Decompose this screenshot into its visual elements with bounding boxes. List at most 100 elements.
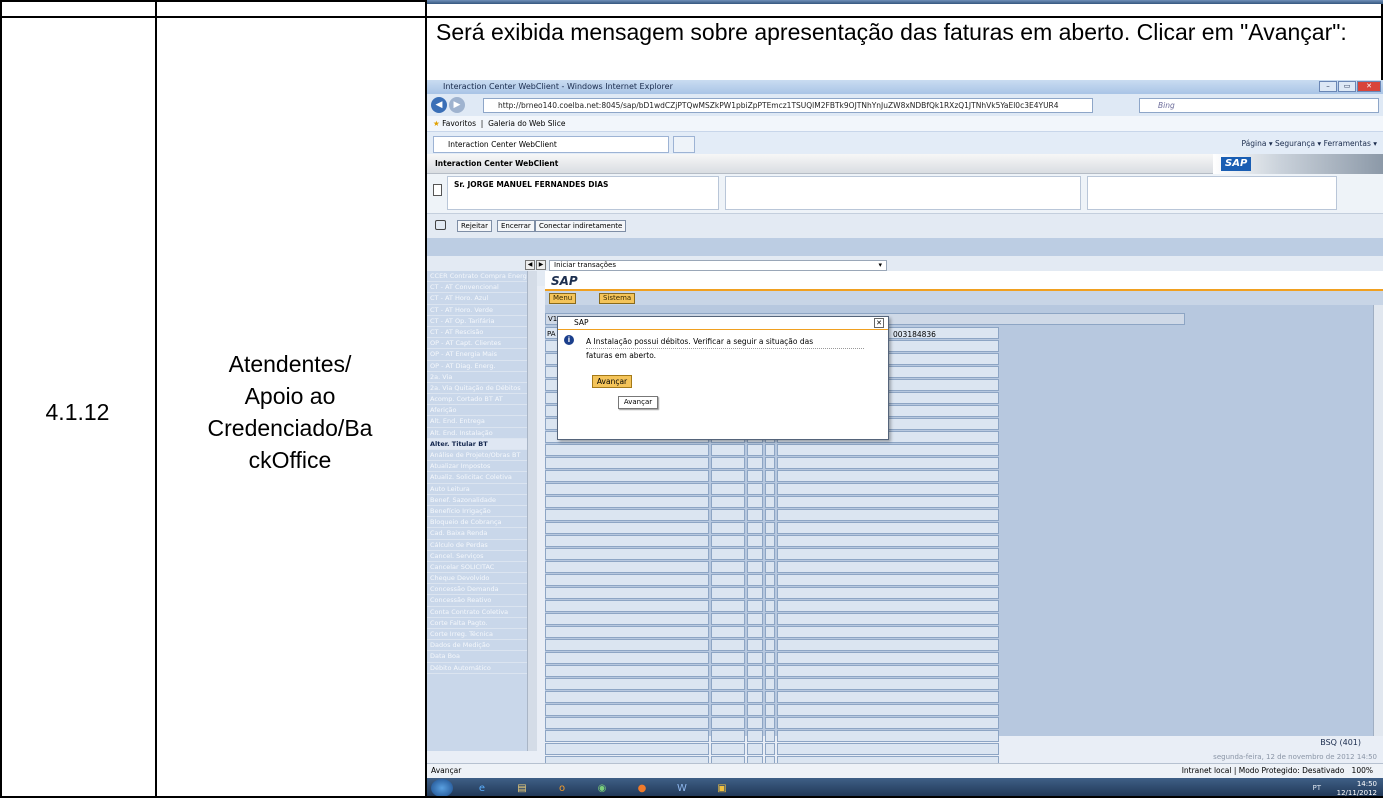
- browser-tab[interactable]: Interaction Center WebClient: [433, 136, 669, 153]
- table-cell[interactable]: [545, 509, 709, 521]
- transactions-select[interactable]: Iniciar transações ▾: [549, 260, 887, 271]
- table-cell[interactable]: [711, 639, 745, 651]
- sidebar-item[interactable]: Conta Contrato Coletiva: [427, 607, 537, 618]
- sidebar-item[interactable]: Concessão Demanda: [427, 584, 537, 596]
- table-cell[interactable]: [765, 730, 775, 742]
- table-cell[interactable]: [711, 470, 745, 482]
- table-cell[interactable]: [711, 691, 745, 703]
- table-cell[interactable]: [711, 535, 745, 547]
- sidebar-item[interactable]: Atualizar Impostos: [427, 461, 537, 473]
- address-input[interactable]: http://brneo140.coelba.net:8045/sap/bD1w…: [483, 98, 1093, 113]
- table-cell[interactable]: [777, 652, 999, 664]
- sidebar-item[interactable]: Cad. Baixa Renda: [427, 528, 537, 540]
- table-cell[interactable]: [747, 730, 763, 742]
- table-cell[interactable]: [765, 470, 775, 482]
- table-cell[interactable]: [545, 691, 709, 703]
- table-cell[interactable]: [777, 444, 999, 456]
- table-cell[interactable]: [711, 483, 745, 495]
- table-cell[interactable]: [711, 717, 745, 729]
- table-cell[interactable]: [545, 613, 709, 625]
- table-cell[interactable]: [765, 665, 775, 677]
- zoom-level[interactable]: 100%: [1352, 766, 1373, 775]
- folder-icon[interactable]: ▤: [511, 780, 533, 797]
- table-cell[interactable]: [747, 522, 763, 534]
- table-cell[interactable]: [545, 574, 709, 586]
- table-cell[interactable]: [711, 457, 745, 469]
- sidebar-item[interactable]: Alt. End. Instalação: [427, 428, 537, 439]
- sidebar-item[interactable]: CT - AT Rescisão: [427, 327, 537, 339]
- sidebar-item[interactable]: CT - AT Horo. Azul: [427, 293, 537, 305]
- table-cell[interactable]: [711, 522, 745, 534]
- table-cell[interactable]: [545, 652, 709, 664]
- table-cell[interactable]: [545, 639, 709, 651]
- table-cell[interactable]: [747, 678, 763, 690]
- table-cell[interactable]: [545, 665, 709, 677]
- table-cell[interactable]: [765, 626, 775, 638]
- table-cell[interactable]: [765, 600, 775, 612]
- sidebar-item[interactable]: Aferição: [427, 405, 537, 417]
- table-cell[interactable]: [747, 561, 763, 573]
- table-cell[interactable]: [777, 470, 999, 482]
- end-button[interactable]: Encerrar: [497, 220, 535, 232]
- table-cell[interactable]: [765, 548, 775, 560]
- advance-button[interactable]: Avançar: [592, 375, 632, 388]
- search-input[interactable]: Bing: [1139, 98, 1379, 113]
- table-cell[interactable]: [777, 704, 999, 716]
- table-cell[interactable]: [747, 652, 763, 664]
- table-cell[interactable]: [777, 548, 999, 560]
- table-cell[interactable]: [777, 639, 999, 651]
- maximize-button[interactable]: ▭: [1338, 81, 1356, 92]
- table-cell[interactable]: [765, 743, 775, 755]
- table-cell[interactable]: [711, 743, 745, 755]
- table-cell[interactable]: [711, 509, 745, 521]
- table-cell[interactable]: [765, 613, 775, 625]
- table-cell[interactable]: [545, 743, 709, 755]
- table-cell[interactable]: [777, 678, 999, 690]
- start-button[interactable]: [431, 779, 453, 797]
- reject-button[interactable]: Rejeitar: [457, 220, 492, 232]
- table-cell[interactable]: [777, 600, 999, 612]
- sidebar-item[interactable]: Benefício Irrigação: [427, 506, 537, 518]
- table-cell[interactable]: [711, 626, 745, 638]
- table-cell[interactable]: [765, 444, 775, 456]
- sidebar-item[interactable]: Análise de Projeto/Obras BT: [427, 450, 537, 462]
- ie-icon[interactable]: e: [471, 780, 493, 797]
- table-cell[interactable]: [747, 613, 763, 625]
- table-cell[interactable]: [711, 678, 745, 690]
- table-cell[interactable]: [711, 587, 745, 599]
- nav-prev-button[interactable]: ◀: [525, 260, 535, 270]
- table-cell[interactable]: [765, 496, 775, 508]
- table-cell[interactable]: [711, 444, 745, 456]
- table-cell[interactable]: [545, 470, 709, 482]
- table-cell[interactable]: [545, 587, 709, 599]
- sidebar-item[interactable]: Concessão Reativo: [427, 595, 537, 607]
- table-cell[interactable]: [765, 639, 775, 651]
- table-cell[interactable]: [777, 587, 999, 599]
- word-icon[interactable]: W: [671, 780, 693, 797]
- table-cell[interactable]: [777, 730, 999, 742]
- table-cell[interactable]: [747, 535, 763, 547]
- sidebar-item[interactable]: OP - AT Diag. Energ.: [427, 361, 537, 372]
- connect-indirect-button[interactable]: Conectar indiretamente: [535, 220, 627, 232]
- dialog-close-button[interactable]: ✕: [874, 318, 884, 328]
- sidebar-item[interactable]: Bloqueio de Cobrança: [427, 517, 537, 529]
- sidebar-item[interactable]: OP - AT Capt. Clientes: [427, 338, 537, 350]
- table-cell[interactable]: [747, 483, 763, 495]
- table-cell[interactable]: [545, 704, 709, 716]
- table-cell[interactable]: [747, 691, 763, 703]
- table-cell[interactable]: [545, 626, 709, 638]
- table-cell[interactable]: [747, 574, 763, 586]
- table-cell[interactable]: [711, 652, 745, 664]
- table-cell[interactable]: [777, 574, 999, 586]
- table-cell[interactable]: [765, 691, 775, 703]
- table-cell[interactable]: [545, 535, 709, 547]
- minimize-button[interactable]: –: [1319, 81, 1337, 92]
- table-cell[interactable]: [711, 704, 745, 716]
- table-cell[interactable]: [545, 600, 709, 612]
- table-cell[interactable]: [777, 496, 999, 508]
- sidebar-item[interactable]: OP - AT Energia Mais: [427, 349, 537, 361]
- sidebar-item[interactable]: Alter. Titular BT: [427, 438, 537, 450]
- new-tab-button[interactable]: [673, 136, 695, 153]
- nav-next-button[interactable]: ▶: [536, 260, 546, 270]
- table-cell[interactable]: [765, 574, 775, 586]
